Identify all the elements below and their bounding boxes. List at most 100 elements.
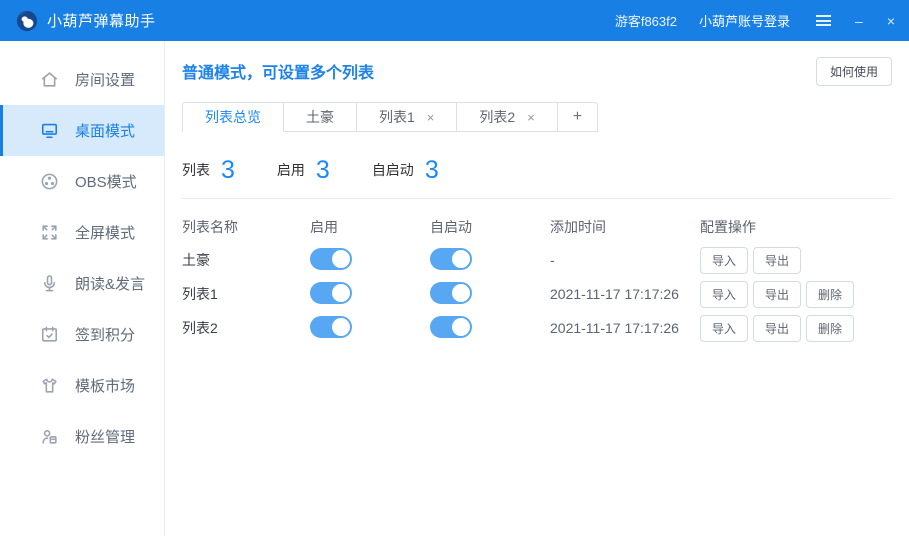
stat-label: 列表 <box>182 160 210 180</box>
stat-label: 启用 <box>277 160 305 180</box>
enabled-cell <box>310 316 430 341</box>
obs-icon <box>40 172 60 192</box>
sidebar-item-fullscreen-mode[interactable]: 全屏模式 <box>0 207 164 258</box>
toggle-knob <box>452 318 470 336</box>
delete-button[interactable]: 删除 <box>806 281 854 308</box>
import-button[interactable]: 导入 <box>700 247 748 274</box>
stat-list-count: 列表 3 <box>182 158 235 183</box>
table-row: 列表2 2021-11-17 17:17:26导入导出删除 <box>182 311 892 345</box>
autostart-cell <box>430 316 550 341</box>
minimize-icon[interactable]: – <box>855 14 863 28</box>
stats-row: 列表 3 启用 3 自启动 3 <box>182 150 892 190</box>
sidebar-item-label: 桌面模式 <box>75 120 135 141</box>
close-icon[interactable]: × <box>887 14 895 28</box>
tab-close-icon[interactable]: × <box>527 111 535 124</box>
tab-list1[interactable]: 列表1 × <box>357 102 457 132</box>
autostart-toggle[interactable] <box>430 248 472 270</box>
tab-label: 列表总览 <box>205 107 261 127</box>
actions-cell: 导入导出删除 <box>700 315 892 342</box>
sidebar: 房间设置桌面模式 OBS模式全屏模式朗读&发言签到积分模板市场粉丝管理 <box>0 41 165 536</box>
add-tab-button[interactable]: + <box>558 102 598 132</box>
menu-icon[interactable] <box>816 13 831 29</box>
calendar-check-icon <box>40 325 60 345</box>
stat-enabled-count: 启用 3 <box>277 158 330 183</box>
tab-label: 土豪 <box>306 107 334 127</box>
import-button[interactable]: 导入 <box>700 281 748 308</box>
how-to-use-button[interactable]: 如何使用 <box>816 57 892 86</box>
table-row: 土豪 -导入导出 <box>182 243 892 277</box>
enabled-cell <box>310 282 430 307</box>
enabled-toggle[interactable] <box>310 248 352 270</box>
account-login-link[interactable]: 小葫芦账号登录 <box>699 11 790 30</box>
enabled-toggle[interactable] <box>310 282 352 304</box>
microphone-icon <box>40 274 60 294</box>
tab-label: 列表2 <box>479 107 515 127</box>
toggle-knob <box>332 318 350 336</box>
toggle-knob <box>332 284 350 302</box>
autostart-toggle[interactable] <box>430 282 472 304</box>
sidebar-item-obs-mode[interactable]: OBS模式 <box>0 156 164 207</box>
column-header: 列表名称 <box>182 217 310 237</box>
enabled-cell <box>310 248 430 273</box>
sidebar-item-template-market[interactable]: 模板市场 <box>0 360 164 411</box>
sidebar-item-room-settings[interactable]: 房间设置 <box>0 54 164 105</box>
sidebar-item-label: 全屏模式 <box>75 222 135 243</box>
export-button[interactable]: 导出 <box>753 281 801 308</box>
import-button[interactable]: 导入 <box>700 315 748 342</box>
tshirt-icon <box>40 376 60 396</box>
sidebar-item-label: 模板市场 <box>75 375 135 396</box>
home-icon <box>40 70 60 90</box>
enabled-toggle[interactable] <box>310 316 352 338</box>
app-logo-icon <box>16 10 38 32</box>
sidebar-item-label: 朗读&发言 <box>75 273 145 294</box>
main-content: 普通模式，可设置多个列表 如何使用 列表总览土豪列表1×列表2×+ 列表3启用3… <box>165 41 909 536</box>
list-name: 土豪 <box>182 250 310 270</box>
sidebar-item-label: OBS模式 <box>75 171 137 192</box>
column-header: 添加时间 <box>550 217 700 237</box>
list-name: 列表1 <box>182 284 310 304</box>
toggle-knob <box>452 250 470 268</box>
toggle-knob <box>332 250 350 268</box>
tab-label: 列表1 <box>379 107 415 127</box>
added-time: 2021-11-17 17:17:26 <box>550 320 700 336</box>
tab-close-icon[interactable]: × <box>427 111 435 124</box>
stat-autostart-count: 自启动 3 <box>372 158 439 183</box>
tab-overview[interactable]: 列表总览 <box>182 102 284 132</box>
delete-button[interactable]: 删除 <box>806 315 854 342</box>
autostart-cell <box>430 282 550 307</box>
stat-label: 自启动 <box>372 160 414 180</box>
tab-tuhao[interactable]: 土豪 <box>284 102 357 132</box>
sidebar-item-label: 签到积分 <box>75 324 135 345</box>
sidebar-item-desktop-mode[interactable]: 桌面模式 <box>0 105 164 156</box>
tab-list2[interactable]: 列表2 × <box>457 102 557 132</box>
list-name: 列表2 <box>182 318 310 338</box>
sidebar-item-label: 粉丝管理 <box>75 426 135 447</box>
export-button[interactable]: 导出 <box>753 247 801 274</box>
stat-value: 3 <box>425 158 439 183</box>
app-title: 小葫芦弹幕助手 <box>47 10 156 31</box>
table-header-row: 列表名称启用自启动添加时间配置操作 <box>182 211 892 243</box>
fans-icon <box>40 427 60 447</box>
actions-cell: 导入导出 <box>700 247 892 274</box>
actions-cell: 导入导出删除 <box>700 281 892 308</box>
sidebar-item-label: 房间设置 <box>75 69 135 90</box>
page-title: 普通模式，可设置多个列表 <box>182 57 374 83</box>
lists-table: 列表名称启用自启动添加时间配置操作土豪-导入导出列表12021-11-17 17… <box>182 211 892 345</box>
fullscreen-icon <box>40 223 60 243</box>
added-time: - <box>550 252 700 268</box>
table-row: 列表1 2021-11-17 17:17:26导入导出删除 <box>182 277 892 311</box>
toggle-knob <box>452 284 470 302</box>
sidebar-item-checkin-points[interactable]: 签到积分 <box>0 309 164 360</box>
sidebar-item-fans-manage[interactable]: 粉丝管理 <box>0 411 164 462</box>
list-tabs: 列表总览 土豪 列表1 × 列表2 × + <box>182 102 892 132</box>
autostart-toggle[interactable] <box>430 316 472 338</box>
guest-id-label: 游客f863f2 <box>615 11 677 30</box>
titlebar: 小葫芦弹幕助手 游客f863f2 小葫芦账号登录 – × <box>0 0 909 41</box>
monitor-icon <box>40 121 60 141</box>
stat-value: 3 <box>221 158 235 183</box>
added-time: 2021-11-17 17:17:26 <box>550 286 700 302</box>
stat-value: 3 <box>316 158 330 183</box>
column-header: 启用 <box>310 217 430 237</box>
export-button[interactable]: 导出 <box>753 315 801 342</box>
sidebar-item-read-speak[interactable]: 朗读&发言 <box>0 258 164 309</box>
